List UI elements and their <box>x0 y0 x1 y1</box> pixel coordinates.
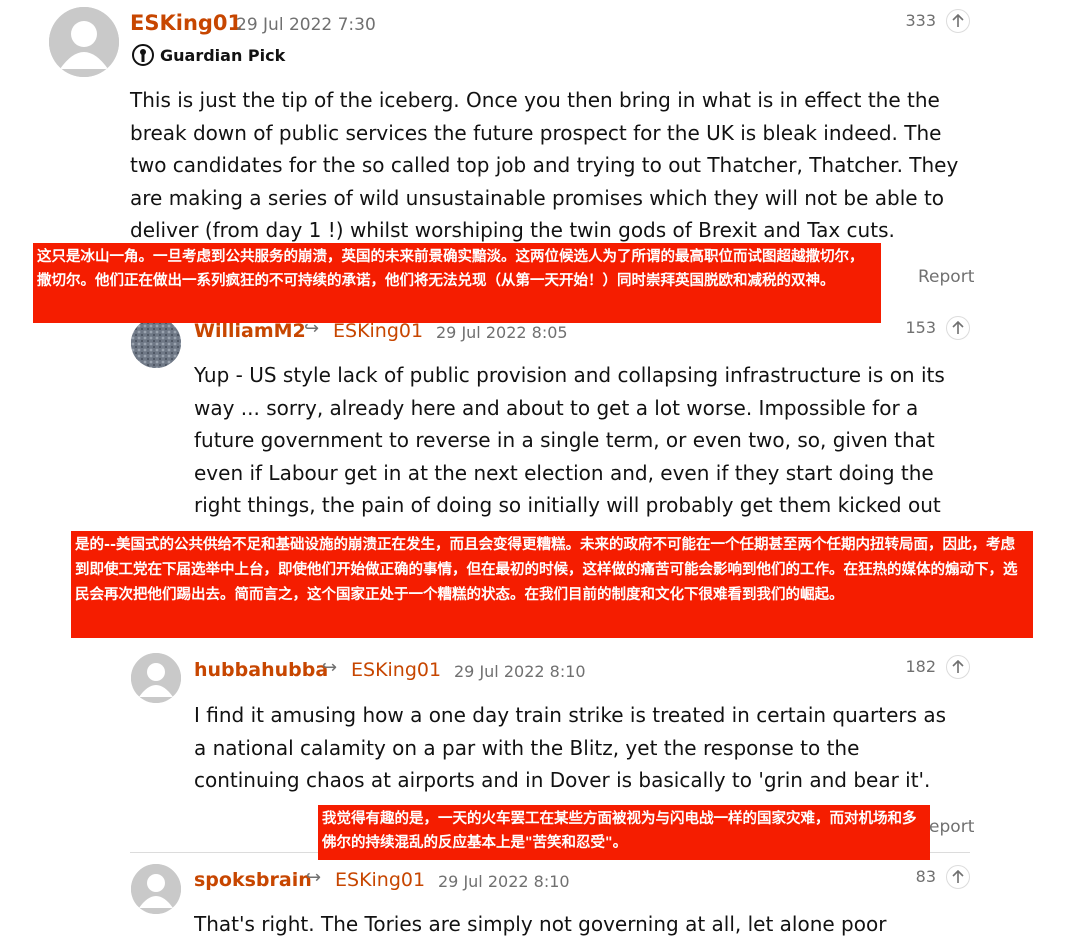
recommend-button[interactable] <box>946 865 970 889</box>
reply-arrow-icon: ↪ <box>306 867 322 888</box>
comment-username[interactable]: hubbahubba <box>194 659 328 681</box>
comment-username[interactable]: spoksbrain <box>194 869 312 891</box>
upvote-arrow-icon <box>952 870 964 883</box>
reply-to-username[interactable]: ESKing01 <box>333 320 423 342</box>
upvote-arrow-icon <box>952 321 964 334</box>
translation-overlay: 这只是冰山一角。一旦考虑到公共服务的崩溃，英国的未来前景确实黯淡。这两位候选人为… <box>33 243 881 323</box>
recommend-count: 182 <box>905 657 936 676</box>
upvote-arrow-icon <box>952 660 964 673</box>
translation-overlay: 是的--美国式的公共供给不足和基础设施的崩溃正在发生，而且会变得更糟糕。未来的政… <box>71 531 1033 638</box>
comment-username[interactable]: ESKing01 <box>130 11 242 35</box>
avatar[interactable] <box>131 864 181 914</box>
comment-body: Yup - US style lack of public provision … <box>194 363 945 517</box>
avatar-placeholder-icon <box>131 653 181 703</box>
guardian-pick-badge: Guardian Pick <box>132 44 285 66</box>
comment-date[interactable]: 29 Jul 2022 8:10 <box>454 662 586 681</box>
avatar-placeholder-icon <box>131 864 181 914</box>
comment-body: This is just the tip of the iceberg. Onc… <box>130 88 959 242</box>
avatar[interactable] <box>49 7 119 77</box>
comment-body: I find it amusing how a one day train st… <box>194 703 947 792</box>
reply-arrow-icon: ↪ <box>322 657 338 678</box>
upvote-arrow-icon <box>952 14 964 27</box>
comment-date[interactable]: 29 Jul 2022 7:30 <box>236 15 376 35</box>
translation-overlay: 我觉得有趣的是，一天的火车罢工在某些方面被视为与闪电战一样的国家灾难，而对机场和… <box>318 805 930 860</box>
comment-username[interactable]: WilliamM2 <box>194 320 306 342</box>
comment-date[interactable]: 29 Jul 2022 8:05 <box>436 323 568 342</box>
recommend-button[interactable] <box>946 9 970 33</box>
user-photo-icon <box>131 318 181 368</box>
avatar[interactable] <box>131 318 181 368</box>
reply-to-username[interactable]: ESKing01 <box>335 869 425 891</box>
avatar-placeholder-icon <box>49 7 119 77</box>
comment-date[interactable]: 29 Jul 2022 8:10 <box>438 872 570 891</box>
recommend-count: 333 <box>905 11 936 30</box>
report-link[interactable]: Report <box>918 267 974 287</box>
guardian-pick-icon <box>132 44 154 66</box>
guardian-pick-label: Guardian Pick <box>160 45 286 65</box>
recommend-button[interactable] <box>946 655 970 679</box>
recommend-count: 153 <box>905 318 936 337</box>
avatar[interactable] <box>131 653 181 703</box>
recommend-button[interactable] <box>946 316 970 340</box>
watermark: Chi na2uk <box>968 912 1059 933</box>
reply-to-username[interactable]: ESKing01 <box>351 659 441 681</box>
comment-body: That's right. The Tories are simply not … <box>194 912 887 936</box>
recommend-count: 83 <box>915 867 936 886</box>
